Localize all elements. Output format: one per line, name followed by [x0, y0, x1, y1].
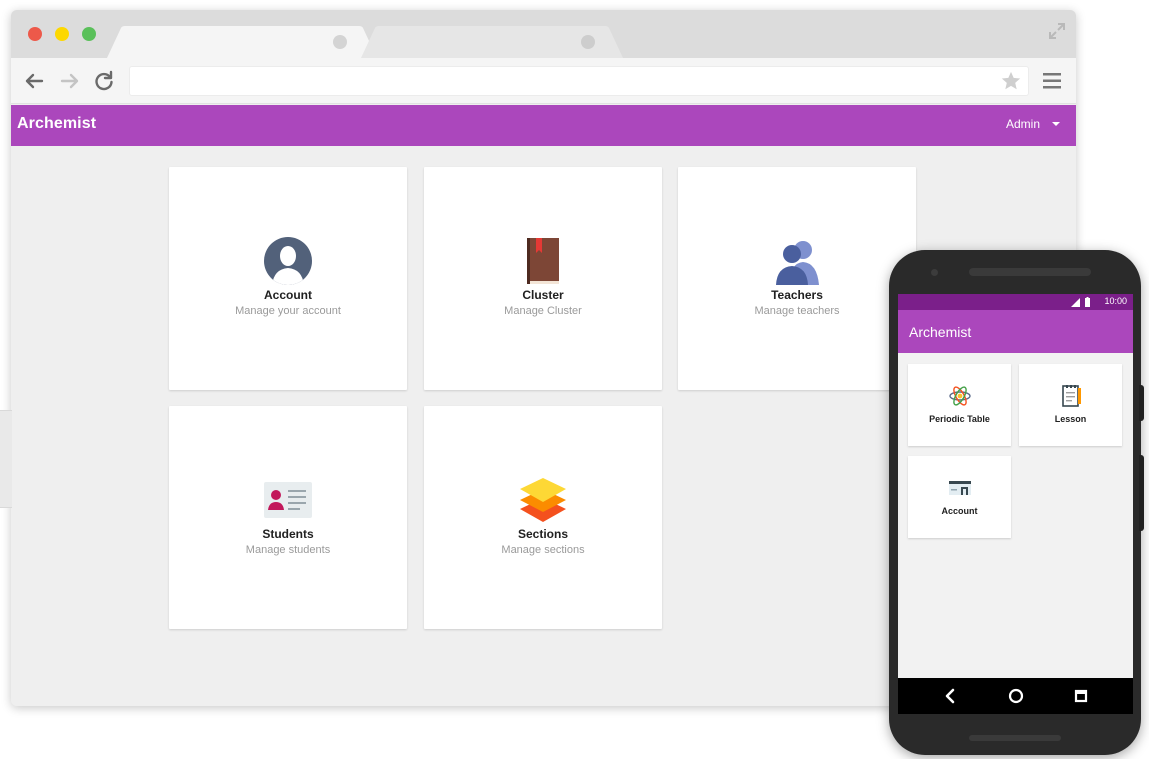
tile-label: Lesson: [1054, 414, 1087, 424]
card-subtitle: Manage students: [245, 544, 331, 556]
card-reader-icon: [949, 481, 971, 495]
user-menu-button[interactable]: Admin: [1006, 117, 1060, 131]
browser-tab-active[interactable]: [107, 26, 377, 58]
bookmark-star-icon[interactable]: [1000, 70, 1022, 92]
card-title: Account: [264, 288, 312, 302]
background-stub: [0, 410, 12, 508]
expand-icon[interactable]: [1048, 22, 1066, 40]
caret-down-icon: [1052, 122, 1060, 126]
home-icon[interactable]: [1006, 686, 1026, 706]
url-input[interactable]: [130, 67, 990, 95]
layers-icon: [520, 478, 566, 522]
card-subtitle: Manage teachers: [754, 305, 840, 317]
maximize-window-button[interactable]: [82, 27, 96, 41]
phone-app-title: Archemist: [909, 324, 972, 340]
close-window-button[interactable]: [28, 27, 42, 41]
tab-close-icon[interactable]: [333, 35, 347, 49]
card-title: Teachers: [771, 288, 823, 302]
phone-app-header: Archemist: [898, 310, 1133, 353]
notebook-icon: [1062, 385, 1081, 407]
card-subtitle: Manage your account: [235, 305, 341, 317]
signal-battery-icon: [1071, 297, 1090, 307]
forward-arrow-icon[interactable]: [57, 68, 83, 94]
account-avatar-icon: [264, 237, 312, 285]
phone-earpiece: [969, 268, 1091, 276]
back-icon[interactable]: [940, 686, 960, 706]
sections-card[interactable]: Sections Manage sections: [424, 406, 662, 629]
students-card[interactable]: Students Manage students: [169, 406, 407, 629]
tile-label: Periodic Table: [929, 414, 990, 424]
phone-power-button[interactable]: [1139, 385, 1144, 421]
teachers-card[interactable]: Teachers Manage teachers: [678, 167, 916, 390]
id-card-icon: [264, 482, 312, 518]
phone-navigation-bar: [898, 678, 1133, 714]
phone-bottom-speaker: [969, 735, 1061, 741]
account-card[interactable]: Account Manage your account: [169, 167, 407, 390]
card-subtitle: Manage sections: [501, 544, 585, 556]
hamburger-menu-icon[interactable]: [1042, 70, 1062, 92]
cluster-card[interactable]: Cluster Manage Cluster: [424, 167, 662, 390]
minimize-window-button[interactable]: [55, 27, 69, 41]
address-bar: [129, 66, 1029, 96]
phone-account-tile[interactable]: Account: [908, 456, 1011, 538]
browser-tab-inactive[interactable]: [361, 26, 623, 58]
user-menu-label: Admin: [1005, 117, 1040, 131]
phone-screen: 10:00 Archemist Periodic Table Lesson Ac…: [898, 294, 1133, 714]
phone-volume-button[interactable]: [1139, 455, 1144, 531]
book-icon: [527, 238, 559, 284]
card-subtitle: Manage Cluster: [504, 305, 582, 317]
reload-icon[interactable]: [91, 68, 117, 94]
back-arrow-icon[interactable]: [21, 68, 47, 94]
card-title: Cluster: [522, 288, 564, 302]
browser-toolbar: [11, 58, 1076, 104]
tab-close-icon[interactable]: [581, 35, 595, 49]
periodic-table-tile[interactable]: Periodic Table: [908, 364, 1011, 446]
phone-device: 10:00 Archemist Periodic Table Lesson Ac…: [889, 250, 1144, 755]
app-title: Archemist: [17, 115, 97, 132]
lesson-tile[interactable]: Lesson: [1019, 364, 1122, 446]
card-title: Students: [262, 527, 314, 541]
app-header: Archemist Admin: [11, 105, 1076, 146]
tile-label: Account: [941, 506, 978, 516]
front-camera: [931, 269, 938, 276]
browser-titlebar: [11, 10, 1076, 58]
recent-apps-icon[interactable]: [1071, 686, 1091, 706]
status-time: 10:00: [1104, 296, 1127, 306]
phone-status-bar: 10:00: [898, 294, 1133, 310]
card-title: Sections: [517, 527, 568, 541]
atom-icon: [949, 386, 971, 406]
people-icon: [776, 241, 819, 285]
